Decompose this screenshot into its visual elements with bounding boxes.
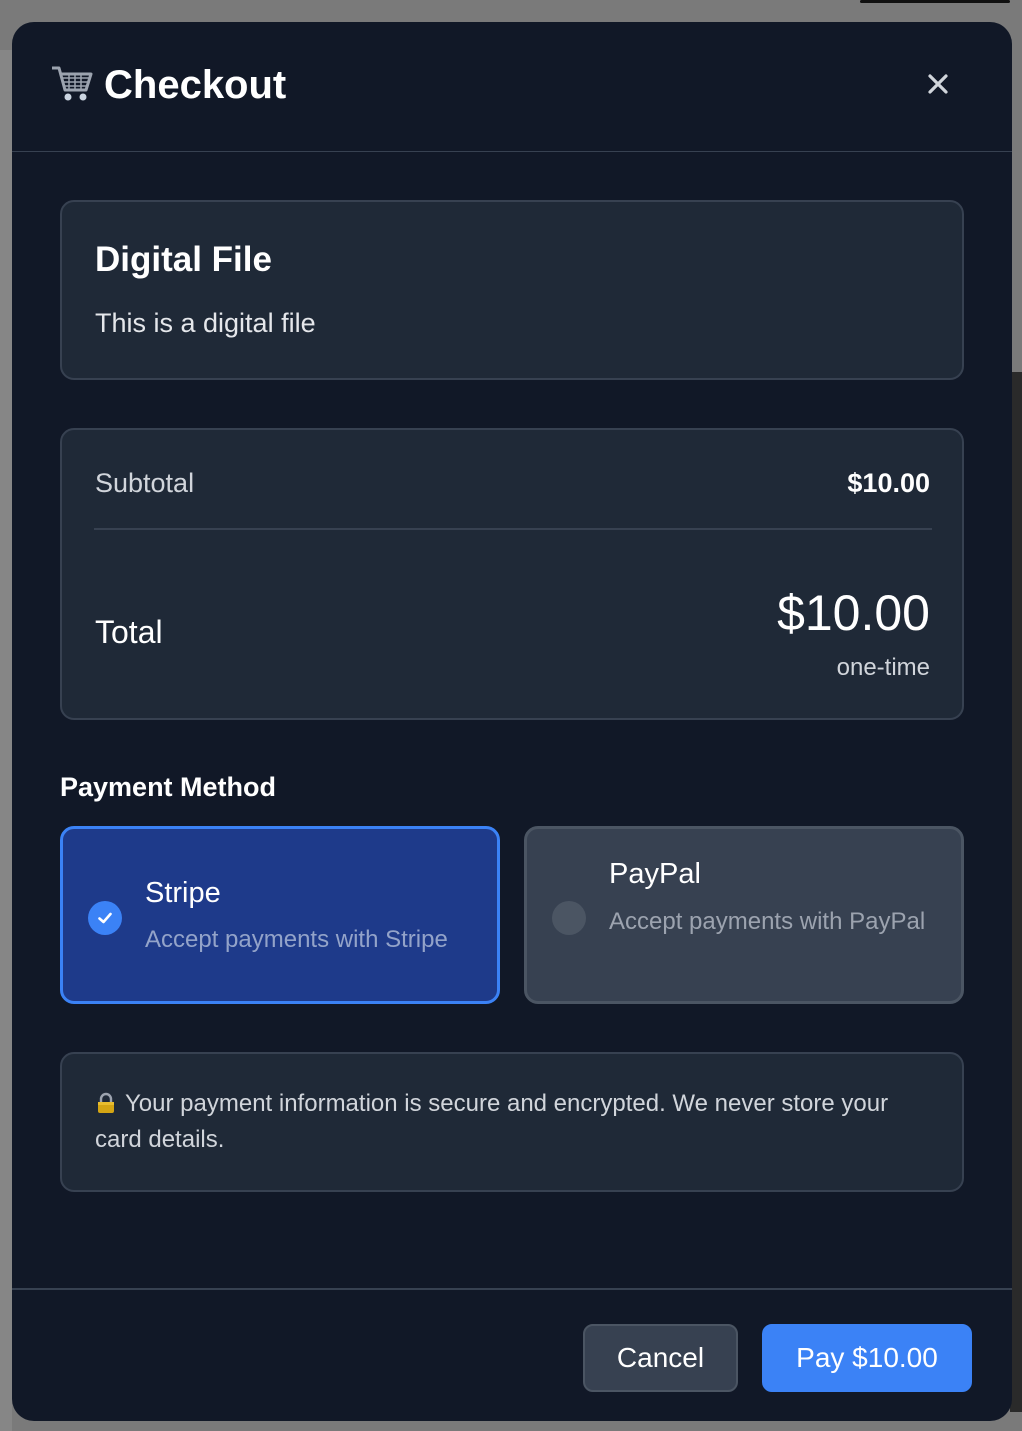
close-button[interactable] xyxy=(920,66,956,102)
summary-divider xyxy=(94,528,932,530)
payment-option-stripe[interactable]: Stripe Accept payments with Stripe xyxy=(60,826,500,1004)
background-page-left xyxy=(0,50,12,1431)
payment-option-description: Accept payments with PayPal xyxy=(609,908,926,935)
security-notice: Your payment information is secure and e… xyxy=(60,1052,964,1192)
pay-button[interactable]: Pay $10.00 xyxy=(762,1324,972,1392)
total-period: one-time xyxy=(836,654,930,681)
modal-header: Checkout xyxy=(12,22,1012,152)
payment-option-description: Accept payments with Stripe xyxy=(145,926,448,953)
lock-icon xyxy=(95,1089,117,1113)
subtotal-value: $10.00 xyxy=(847,468,930,498)
background-topbar xyxy=(860,0,1010,3)
modal-footer: Cancel Pay $10.00 xyxy=(12,1288,1012,1421)
product-description: This is a digital file xyxy=(95,308,316,338)
shopping-cart-icon xyxy=(50,64,94,104)
security-message: Your payment information is secure and e… xyxy=(95,1090,889,1153)
product-card: Digital File This is a digital file xyxy=(60,200,964,380)
total-label: Total xyxy=(95,614,163,650)
payment-option-paypal[interactable]: PayPal Accept payments with PayPal xyxy=(524,826,964,1004)
subtotal-label: Subtotal xyxy=(95,468,195,498)
cancel-button[interactable]: Cancel xyxy=(583,1324,738,1392)
total-value: $10.00 xyxy=(777,585,930,641)
modal-title: Checkout xyxy=(104,63,287,107)
payment-method-heading: Payment Method xyxy=(60,772,277,802)
product-name: Digital File xyxy=(95,240,272,279)
checkout-modal: Checkout Digital File This is a digital … xyxy=(12,22,1012,1421)
radio-unselected-icon xyxy=(552,901,586,935)
order-summary: Subtotal $10.00 Total $10.00 one-time xyxy=(60,428,964,720)
security-notice-text: Your payment information is secure and e… xyxy=(95,1086,925,1158)
payment-option-name: PayPal xyxy=(609,858,701,890)
payment-option-name: Stripe xyxy=(145,877,221,909)
check-icon xyxy=(88,901,122,935)
close-icon xyxy=(928,74,948,94)
